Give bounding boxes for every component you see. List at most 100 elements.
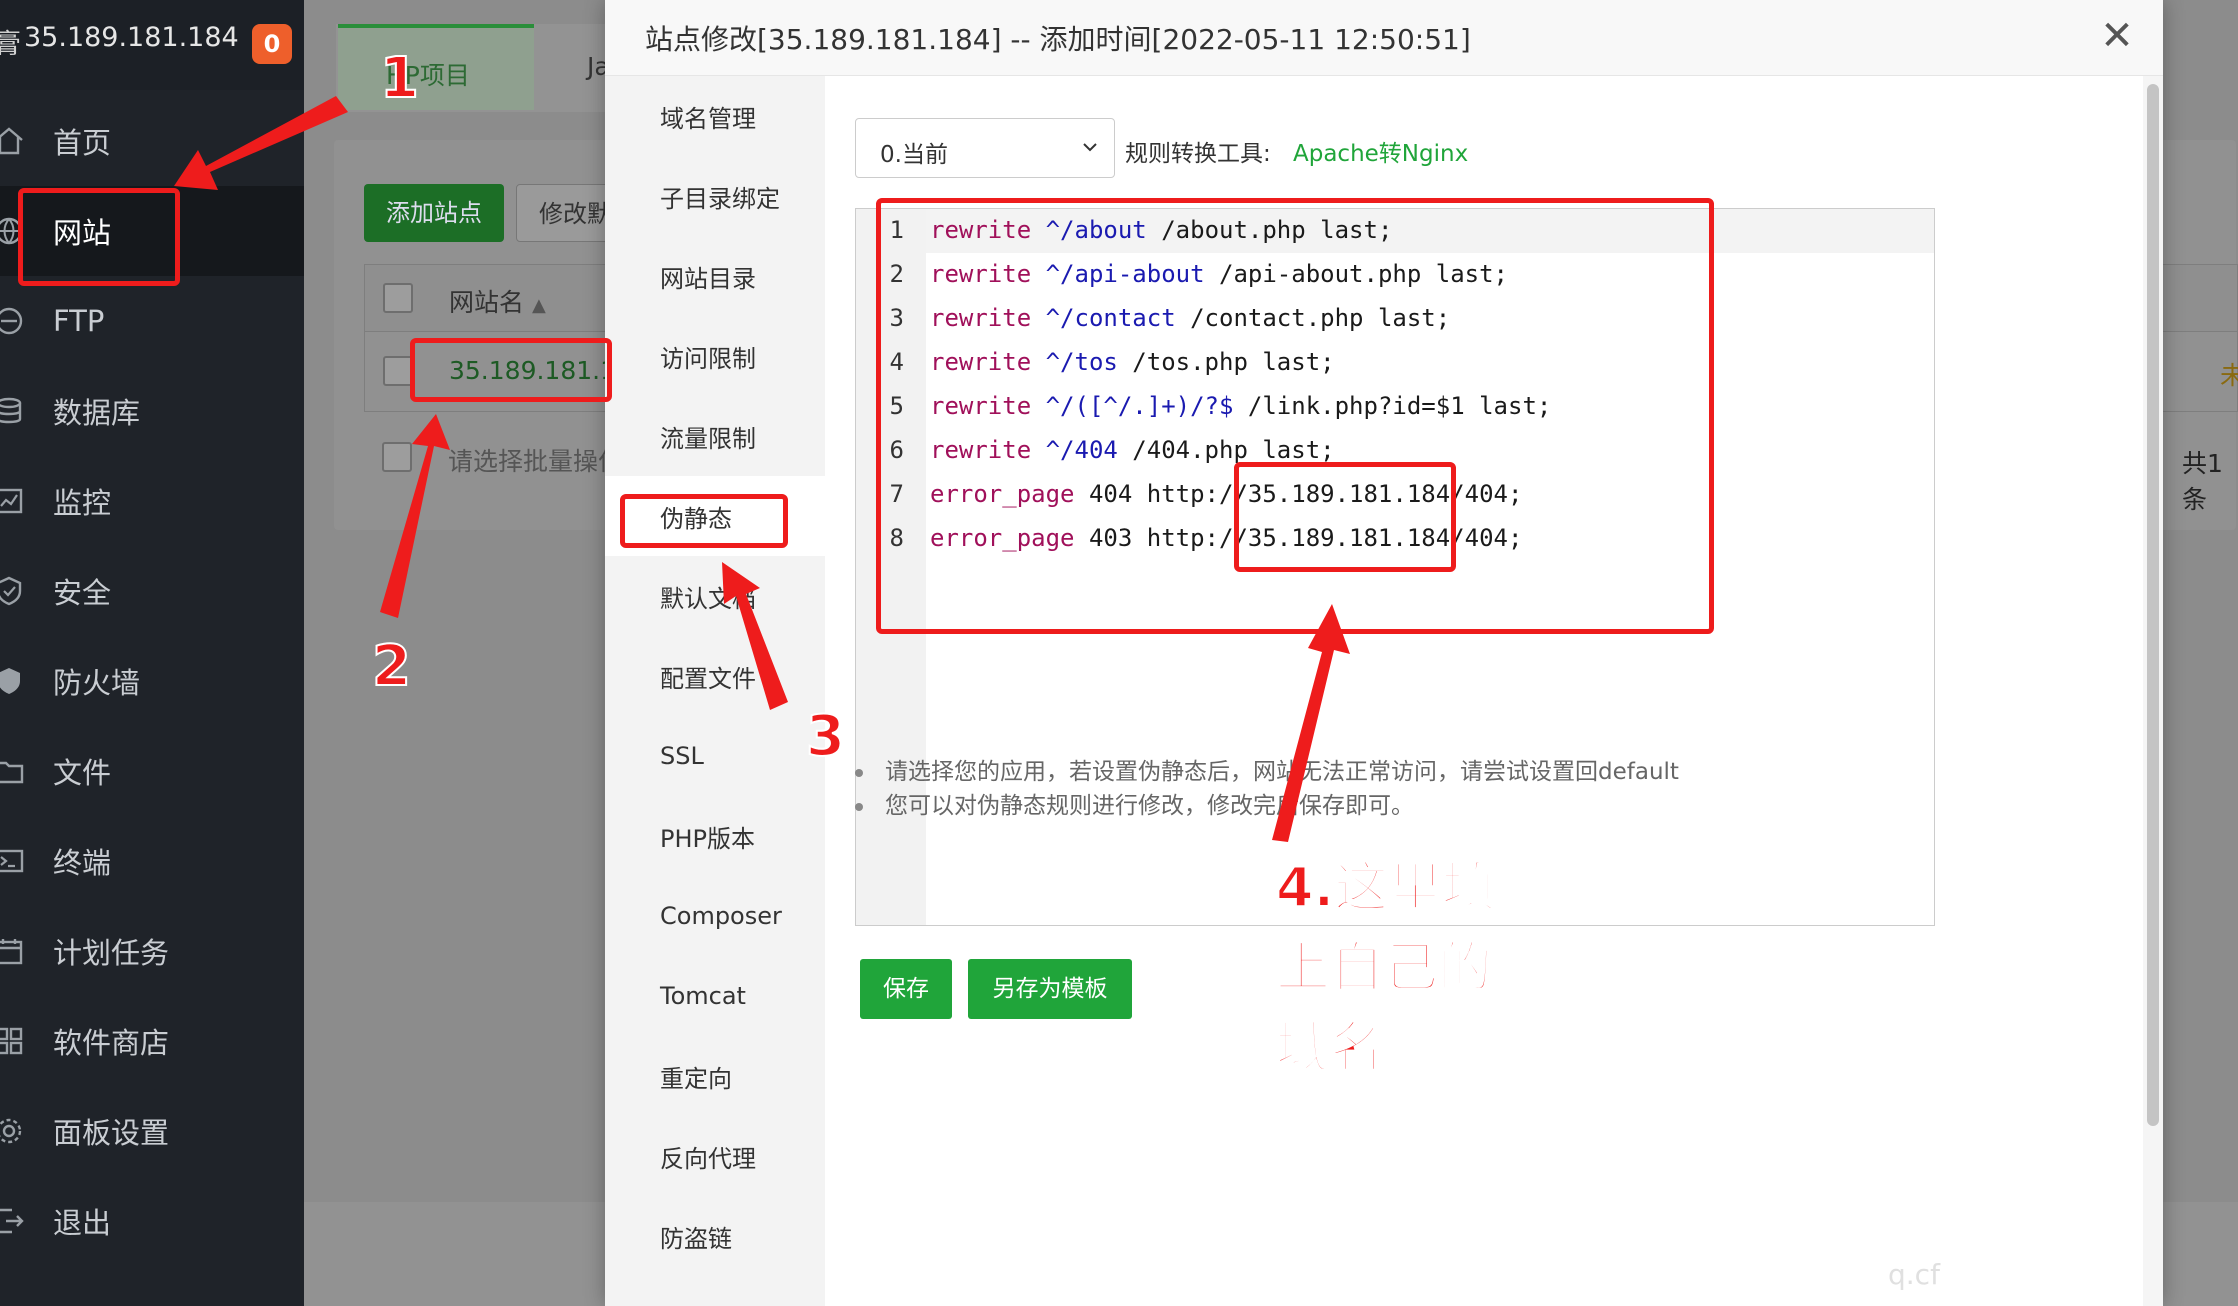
modal-menu-item[interactable]: SSL: [605, 716, 825, 796]
modal-menu-item[interactable]: PHP版本: [605, 796, 825, 876]
sidebar-item-label: 监控: [53, 486, 112, 520]
annotation-step-3: 3: [805, 703, 846, 770]
apps-icon: [0, 1024, 26, 1058]
modal-menu-item[interactable]: 流量限制: [605, 396, 825, 476]
server-icon: 膏: [0, 29, 21, 60]
tab-php-project[interactable]: HP项目: [338, 24, 534, 110]
folder-icon: [0, 754, 26, 788]
sidebar-item-label: 首页: [53, 126, 112, 160]
modal-menu-label: 网站目录: [660, 264, 756, 293]
modal-menu-label: 子目录绑定: [660, 184, 780, 213]
sidebar-item-3[interactable]: 数据库: [0, 366, 304, 456]
shield-icon: [0, 574, 26, 608]
sidebar-item-7[interactable]: 文件: [0, 726, 304, 816]
modal-menu-label: 默认文档: [660, 584, 756, 613]
annotation-box-website: [18, 188, 180, 286]
annotation-box-domain: [1234, 462, 1456, 572]
annotation-step-2: 2: [371, 633, 412, 700]
pagination-total: 共1条: [2182, 449, 2223, 514]
modal-menu-label: 重定向: [660, 1064, 732, 1093]
modal-menu-label: 防盗链: [660, 1224, 732, 1253]
sidebar-item-12[interactable]: 退出: [0, 1176, 304, 1266]
ftp-icon: [0, 304, 26, 338]
column-site-name[interactable]: 网站名 ▲: [449, 283, 546, 319]
notification-badge[interactable]: 0: [252, 24, 292, 64]
sidebar-item-5[interactable]: 安全: [0, 546, 304, 636]
site-edit-modal: 站点修改[35.189.181.184] -- 添加时间[2022-05-11 …: [605, 0, 2163, 1306]
ssl-status: 未: [2220, 361, 2238, 390]
sidebar-item-label: FTP: [53, 304, 105, 338]
modal-menu-item[interactable]: 防盗链: [605, 1196, 825, 1276]
sidebar-item-10[interactable]: 软件商店: [0, 996, 304, 1086]
annotation-step-4-note: 4.这里填 上自己的 域名: [1275, 848, 1556, 1088]
modal-title: 站点修改[35.189.181.184] -- 添加时间[2022-05-11 …: [645, 23, 1471, 56]
modify-default-button[interactable]: 修改默: [516, 184, 616, 242]
modal-menu-label: 流量限制: [660, 424, 756, 453]
server-host: 35.189.181.184: [24, 22, 239, 53]
modal-side-menu: 域名管理 子目录绑定 网站目录 访问限制 流量限制 伪静态 默认文档 配置文件 SSL PHP版本…: [605, 76, 825, 1306]
select-value: 0.当前: [880, 142, 948, 168]
sidebar-item-label: 防火墙: [53, 666, 141, 700]
annotation-step-1: 1: [379, 45, 420, 112]
modal-scrollbar[interactable]: [2147, 84, 2159, 1126]
modal-menu-item[interactable]: 子目录绑定: [605, 156, 825, 236]
sidebar-item-6[interactable]: 防火墙: [0, 636, 304, 726]
select-all-checkbox[interactable]: [383, 283, 413, 313]
database-icon: [0, 394, 26, 428]
modal-menu-item[interactable]: 配置文件: [605, 636, 825, 716]
logout-icon: [0, 1204, 26, 1238]
chevron-down-icon: [1083, 143, 1097, 152]
modal-menu-label: 域名管理: [660, 104, 756, 133]
sidebar-item-label: 软件商店: [53, 1026, 170, 1060]
sort-asc-icon: ▲: [531, 295, 546, 316]
bullet-icon: [855, 802, 863, 811]
apache-to-nginx-link[interactable]: Apache转Nginx: [1293, 134, 1468, 168]
annotation-box-rewrite: [620, 494, 788, 548]
sidebar-item-9[interactable]: 计划任务: [0, 906, 304, 996]
sidebar-item-label: 文件: [53, 756, 112, 790]
sidebar-item-label: 退出: [53, 1206, 112, 1240]
sidebar-item-0[interactable]: 首页: [0, 96, 304, 186]
firewall-icon: [0, 664, 26, 698]
sidebar-item-2[interactable]: FTP: [0, 276, 304, 366]
annotation-box-site: [410, 338, 612, 402]
sidebar-item-label: 计划任务: [53, 936, 170, 970]
modal-menu-item[interactable]: 重定向: [605, 1036, 825, 1116]
tip-item: 您可以对伪静态规则进行修改，修改完后保存即可。: [855, 786, 1414, 820]
modal-menu-label: SSL: [660, 742, 704, 770]
modal-menu-item[interactable]: 反向代理: [605, 1116, 825, 1196]
note-line: 域名: [1275, 1015, 1385, 1080]
modal-menu-label: 访问限制: [660, 344, 756, 373]
watermark: q.cf: [1888, 1258, 1940, 1291]
tip-item: 请选择您的应用，若设置伪静态后，网站无法正常访问，请尝试设置回default: [855, 752, 1679, 786]
sidebar-item-11[interactable]: 面板设置: [0, 1086, 304, 1176]
calendar-icon: [0, 934, 26, 968]
modal-menu-item[interactable]: Composer: [605, 876, 825, 956]
modal-menu-item[interactable]: Tomcat: [605, 956, 825, 1036]
modal-menu-item[interactable]: 网站目录: [605, 236, 825, 316]
batch-checkbox[interactable]: [382, 442, 412, 472]
home-icon: [0, 124, 26, 158]
save-as-template-button[interactable]: 另存为模板: [968, 959, 1132, 1019]
convert-tool-label: 规则转换工具:: [1125, 141, 1271, 167]
add-site-button[interactable]: 添加站点: [364, 184, 504, 242]
note-line: 4.这里填: [1275, 855, 1497, 920]
modal-menu-item[interactable]: 访问限制: [605, 316, 825, 396]
note-line: 上自己的: [1275, 935, 1493, 1000]
modal-menu-label: 配置文件: [660, 664, 756, 693]
modal-menu-item[interactable]: 默认文档: [605, 556, 825, 636]
sidebar-item-label: 数据库: [53, 396, 141, 430]
sidebar-item-label: 安全: [53, 576, 112, 610]
row-checkbox[interactable]: [383, 356, 413, 386]
sidebar-item-4[interactable]: 监控: [0, 456, 304, 546]
close-icon[interactable]: ✕: [2095, 14, 2139, 58]
rewrite-template-select[interactable]: 0.当前: [855, 118, 1115, 178]
modal-menu-item[interactable]: 域名管理: [605, 76, 825, 156]
tip-text: 您可以对伪静态规则进行修改，修改完后保存即可。: [885, 793, 1414, 819]
modal-menu-label: Composer: [660, 902, 782, 930]
sidebar-item-8[interactable]: 终端: [0, 816, 304, 906]
save-button[interactable]: 保存: [860, 959, 952, 1019]
batch-select[interactable]: 请选择批量操作: [448, 442, 623, 478]
modal-menu-label: PHP版本: [660, 824, 755, 853]
tip-text: 请选择您的应用，若设置伪静态后，网站无法正常访问，请尝试设置回default: [885, 759, 1679, 785]
